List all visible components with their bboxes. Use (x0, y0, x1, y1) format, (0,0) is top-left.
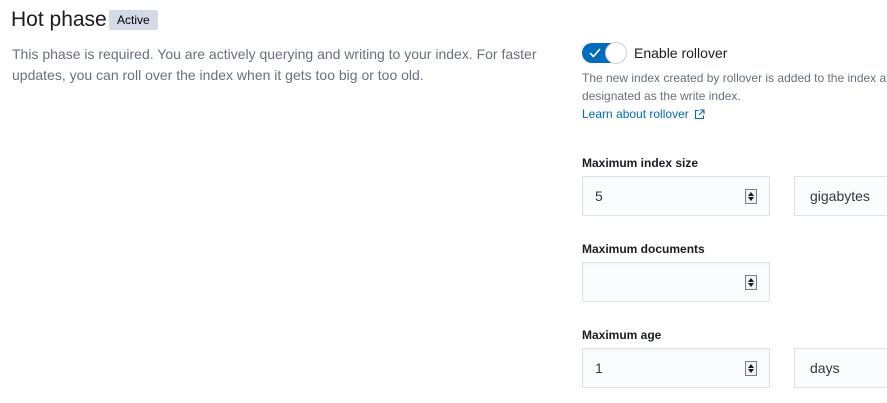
phase-title: Hot phase (11, 8, 107, 31)
rollover-toggle-row: Enable rollover (582, 42, 727, 64)
switch-knob (605, 42, 627, 64)
hot-phase-panel: Hot phase Active This phase is required.… (0, 0, 887, 403)
external-link-icon (694, 108, 705, 119)
max-docs-label: Maximum documents (582, 242, 705, 256)
max-size-unit-select[interactable]: gigabytes (794, 176, 887, 216)
enable-rollover-switch[interactable] (582, 42, 627, 64)
max-size-input[interactable]: 5 (582, 176, 770, 216)
max-age-input[interactable]: 1 (582, 348, 770, 388)
max-size-value: 5 (595, 188, 603, 204)
max-docs-input[interactable] (582, 262, 770, 302)
rollover-help-line: designated as the write index. (582, 89, 741, 103)
enable-rollover-label[interactable]: Enable rollover (634, 45, 727, 61)
max-size-unit: gigabytes (810, 188, 870, 204)
check-icon (589, 48, 601, 58)
max-size-label: Maximum index size (582, 156, 699, 170)
max-age-value: 1 (595, 360, 603, 376)
max-age-unit-select[interactable]: days (794, 348, 887, 388)
learn-link-label: Learn about rollover (582, 107, 689, 121)
rollover-help-text: The new index created by rollover is add… (582, 69, 887, 105)
max-age-unit: days (810, 360, 840, 376)
number-stepper-icon[interactable] (745, 275, 757, 290)
max-age-label: Maximum age (582, 328, 662, 342)
status-badge: Active (109, 10, 158, 30)
rollover-help-line: The new index created by rollover is add… (582, 71, 887, 85)
number-stepper-icon[interactable] (745, 189, 757, 204)
number-stepper-icon[interactable] (745, 361, 757, 376)
phase-description: This phase is required. You are actively… (12, 46, 537, 83)
learn-about-rollover-link[interactable]: Learn about rollover (582, 105, 705, 123)
